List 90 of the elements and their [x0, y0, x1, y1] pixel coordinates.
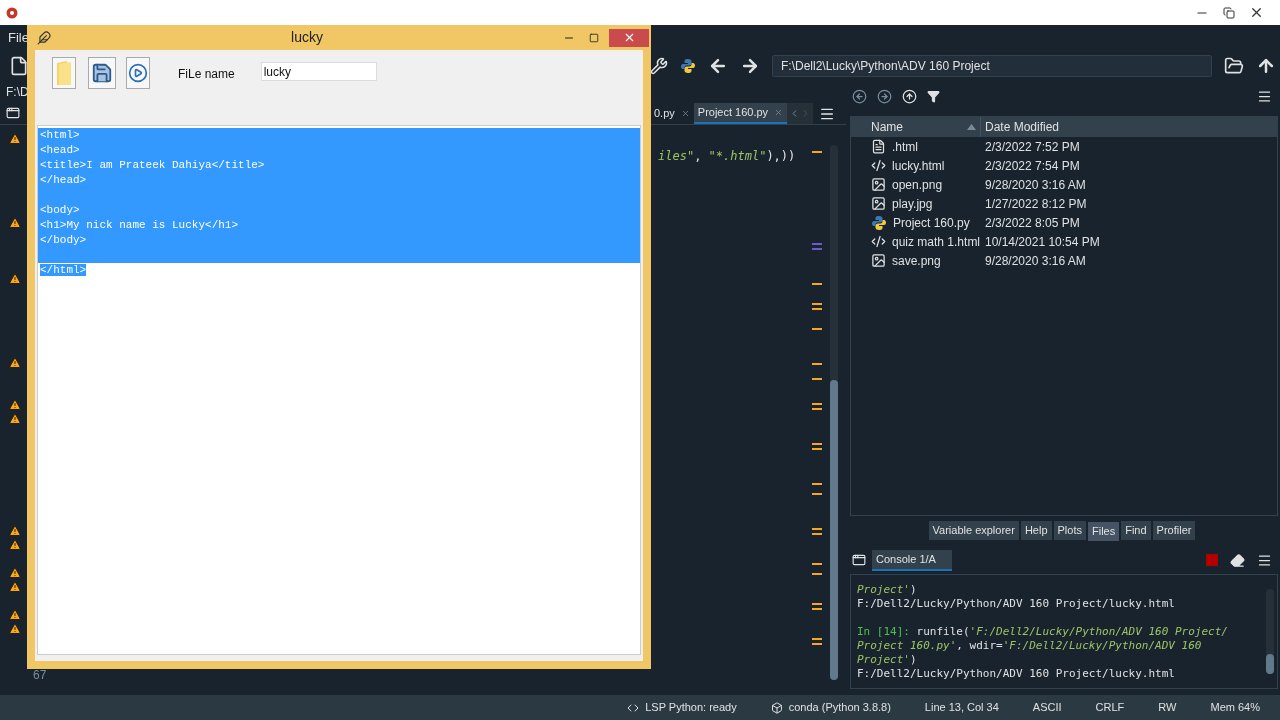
status-text: conda (Python 3.8.8)	[788, 700, 891, 716]
save-icon	[91, 62, 113, 84]
new-file-icon[interactable]	[9, 56, 29, 76]
modified-date: 9/28/2020 3:16 AM	[984, 176, 1086, 194]
status-text: CRLF	[1095, 700, 1125, 716]
console-line: Project 160.py', wdir='F:/Dell2/Lucky/Python/ADV 160	[857, 639, 1203, 653]
file-name-field[interactable]: lucky	[260, 62, 377, 81]
path-field[interactable]: F:\Dell2\Lucky\Python\ADV 160 Project	[772, 55, 1212, 77]
scrollbar[interactable]	[1266, 589, 1274, 674]
app-icon	[6, 6, 18, 19]
pane-tab[interactable]: Profiler	[1152, 520, 1196, 540]
menu-icon[interactable]	[1257, 88, 1272, 104]
file-name[interactable]: open.png	[892, 175, 943, 194]
filter-icon[interactable]	[927, 89, 940, 103]
code-line: <title>I am Prateek Dahiya</title>	[39, 158, 266, 173]
close-icon[interactable]	[1249, 5, 1264, 20]
file-name[interactable]: quiz math 1.html	[892, 232, 981, 251]
image-file-icon	[871, 253, 886, 268]
code-line: </head>	[39, 173, 88, 188]
restore-icon[interactable]	[1223, 6, 1235, 19]
code-line: <html>	[39, 128, 81, 143]
status-text: RW	[1158, 700, 1177, 716]
code-icon	[871, 158, 886, 173]
menu-icon[interactable]	[819, 106, 836, 122]
browse-tabs-icon[interactable]	[6, 106, 20, 120]
line-number: 67	[33, 667, 48, 684]
code-line: iles", "*.html"),))	[658, 149, 796, 163]
back-arrow-icon[interactable]	[708, 56, 728, 76]
pane-tab[interactable]: Files	[1087, 522, 1120, 541]
editor-tab[interactable]: Project 160.py	[693, 103, 788, 124]
status-text: Line 13, Col 34	[924, 700, 999, 716]
console-tab[interactable]: Console 1/A	[872, 549, 952, 571]
column-header[interactable]: Name	[851, 117, 981, 137]
pane-tab[interactable]: Plots	[1053, 520, 1086, 540]
status-text: ASCII	[1032, 700, 1062, 716]
up-arrow-icon[interactable]	[1256, 56, 1276, 76]
column-header[interactable]: Date Modified	[981, 118, 1060, 136]
code-line: </body>	[39, 233, 88, 248]
file-name[interactable]: .html	[892, 137, 918, 156]
image-file-icon	[871, 177, 886, 192]
code-line: <h1>My nick name is Lucky</h1>	[39, 218, 240, 233]
feather-icon	[37, 30, 51, 45]
modified-date: 10/14/2021 10:54 PM	[984, 233, 1100, 251]
console-line: Project')	[857, 653, 918, 667]
forward-arrow-icon[interactable]	[740, 56, 760, 76]
save-button[interactable]	[88, 57, 116, 89]
code-line: <body>	[39, 203, 81, 218]
modified-date: 1/27/2022 8:12 PM	[984, 195, 1087, 213]
console-line: F:/Dell2/Lucky/Python/ADV 160 Project/lucky.html	[857, 597, 1176, 611]
scrollbar[interactable]	[830, 145, 838, 680]
browse-tabs-icon[interactable]	[852, 553, 866, 567]
sort-arrow-icon	[967, 124, 976, 130]
back-icon[interactable]	[852, 88, 867, 104]
play-button[interactable]	[126, 57, 150, 89]
console-line: F:/Dell2/Lucky/Python/ADV 160 Project/lucky.html	[857, 667, 1176, 681]
window-title: lucky	[290, 28, 324, 47]
forward-icon[interactable]	[877, 88, 892, 104]
folder-icon	[56, 60, 72, 86]
pane-tab[interactable]: Find	[1121, 520, 1151, 540]
document-icon	[871, 139, 886, 154]
image-file-icon	[871, 196, 886, 211]
maximize-icon[interactable]	[589, 32, 599, 43]
field-label: FiLe name	[178, 66, 235, 83]
modified-date: 2/3/2022 7:54 PM	[984, 157, 1080, 175]
code-line: <head>	[39, 143, 81, 158]
pane-tab[interactable]: Variable explorer	[928, 520, 1019, 540]
close-tab-icon[interactable]	[680, 109, 690, 118]
code-icon	[871, 234, 886, 249]
up-icon[interactable]	[902, 88, 917, 104]
console-line: Project')	[857, 583, 918, 597]
status-text: Mem 64%	[1210, 700, 1260, 716]
play-icon	[128, 63, 148, 83]
file-name[interactable]: lucky.html	[892, 156, 945, 175]
modified-date: 2/3/2022 7:52 PM	[984, 138, 1080, 156]
console-line: In [14]: runfile('F:/Dell2/Lucky/Python/ADV 160 Project/	[857, 625, 1229, 639]
settings-icon[interactable]	[650, 57, 668, 75]
file-name[interactable]: save.png	[892, 251, 941, 270]
python-file-icon	[871, 214, 887, 231]
close-button[interactable]	[609, 28, 649, 47]
eraser-icon[interactable]	[1230, 552, 1245, 568]
menu-icon[interactable]	[1257, 552, 1272, 568]
open-folder-icon[interactable]	[1224, 56, 1244, 76]
modified-date: 9/28/2020 3:16 AM	[984, 252, 1086, 270]
modified-date: 2/3/2022 8:05 PM	[984, 214, 1080, 232]
status-text: LSP Python: ready	[645, 700, 737, 716]
file-name[interactable]: Project 160.py	[893, 213, 970, 232]
python-icon	[680, 58, 696, 74]
pane-tab[interactable]: Help	[1020, 520, 1052, 540]
file-name[interactable]: play.jpg	[892, 194, 933, 213]
package-icon	[770, 701, 783, 714]
